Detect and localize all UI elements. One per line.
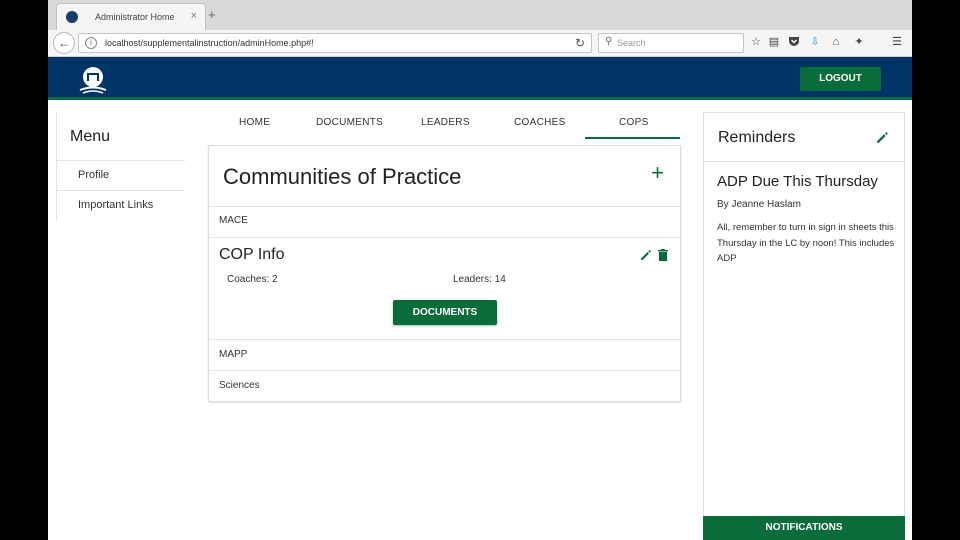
active-tab-indicator xyxy=(585,137,680,139)
divider xyxy=(209,237,680,238)
cop-info-title: COP Info xyxy=(219,246,285,263)
bookmark-star-icon[interactable]: ☆ xyxy=(749,35,763,49)
search-placeholder: Search xyxy=(617,38,646,48)
logo-icon xyxy=(79,67,107,94)
edit-icon[interactable] xyxy=(876,131,889,144)
url-bar[interactable]: i localhost/supplementalinstruction/admi… xyxy=(78,33,592,53)
back-arrow-icon[interactable]: ← xyxy=(53,32,75,54)
tab-cops[interactable]: COPS xyxy=(619,117,649,128)
search-input[interactable]: ⚲ Search xyxy=(598,33,744,53)
download-icon[interactable]: ⇩ xyxy=(808,35,822,49)
divider xyxy=(209,339,680,340)
favicon-icon xyxy=(66,11,78,23)
reload-icon[interactable]: ↻ xyxy=(575,36,585,50)
browser-nav-bar: ← i localhost/supplementalinstruction/ad… xyxy=(48,30,912,57)
leaders-count: Leaders: 14 xyxy=(453,274,506,285)
site-header: LOGOUT xyxy=(48,57,912,100)
add-icon[interactable]: + xyxy=(651,162,664,184)
hamburger-menu-icon[interactable]: ☰ xyxy=(890,35,904,49)
reminder-body: All, remember to turn in sign in sheets … xyxy=(717,222,895,264)
menu-title: Menu xyxy=(70,128,111,145)
tab-leaders[interactable]: LEADERS xyxy=(421,117,470,128)
page-title: Communities of Practice xyxy=(223,164,462,189)
tab-close-icon[interactable]: × xyxy=(191,10,197,22)
logout-button[interactable]: LOGOUT xyxy=(800,67,881,91)
menu-item-profile[interactable]: Profile xyxy=(57,160,185,190)
reminder-author: By Jeanne Haslam xyxy=(717,199,801,210)
home-icon[interactable]: ⌂ xyxy=(829,35,843,49)
browser-tab[interactable]: Administrator Home × xyxy=(56,3,206,30)
search-icon: ⚲ xyxy=(605,36,613,47)
new-tab-icon[interactable]: + xyxy=(208,7,216,22)
browser-tab-bar: Administrator Home × + xyxy=(48,0,912,30)
trash-icon[interactable] xyxy=(658,249,668,261)
coaches-count: Coaches: 2 xyxy=(227,274,278,285)
tab-documents[interactable]: DOCUMENTS xyxy=(316,117,383,128)
divider xyxy=(209,370,680,371)
extension-icon[interactable]: ✦ xyxy=(852,35,866,49)
url-text[interactable]: localhost/supplementalinstruction/adminH… xyxy=(105,38,314,48)
cop-row-mapp[interactable]: MAPP xyxy=(219,349,247,360)
info-icon[interactable]: i xyxy=(85,37,97,49)
cop-row-mace[interactable]: MACE xyxy=(219,215,248,226)
tab-title: Administrator Home xyxy=(95,12,175,22)
cop-panel: Communities of Practice + MACE COP Info … xyxy=(208,145,681,402)
menu-item-important-links[interactable]: Important Links xyxy=(57,190,185,220)
notifications-button[interactable]: NOTIFICATIONS xyxy=(703,516,905,540)
reminders-title: Reminders xyxy=(718,129,796,146)
reminders-panel: Reminders ADP Due This Thursday By Jeann… xyxy=(703,112,905,540)
reading-list-icon[interactable]: ▤ xyxy=(767,35,781,49)
edit-icon[interactable] xyxy=(640,249,652,261)
main-tabs: HOME DOCUMENTS LEADERS COACHES COPS xyxy=(208,110,680,140)
side-menu: Menu Profile Important Links xyxy=(56,112,185,220)
tab-coaches[interactable]: COACHES xyxy=(514,117,566,128)
pocket-icon[interactable] xyxy=(787,35,801,49)
tab-home[interactable]: HOME xyxy=(239,117,270,128)
divider xyxy=(704,161,904,162)
divider xyxy=(209,206,680,207)
browser-window: Administrator Home × + ← i localhost/sup… xyxy=(48,0,912,540)
cop-row-sciences[interactable]: Sciences xyxy=(219,380,260,391)
reminder-heading: ADP Due This Thursday xyxy=(717,173,878,190)
documents-button[interactable]: DOCUMENTS xyxy=(393,300,497,325)
